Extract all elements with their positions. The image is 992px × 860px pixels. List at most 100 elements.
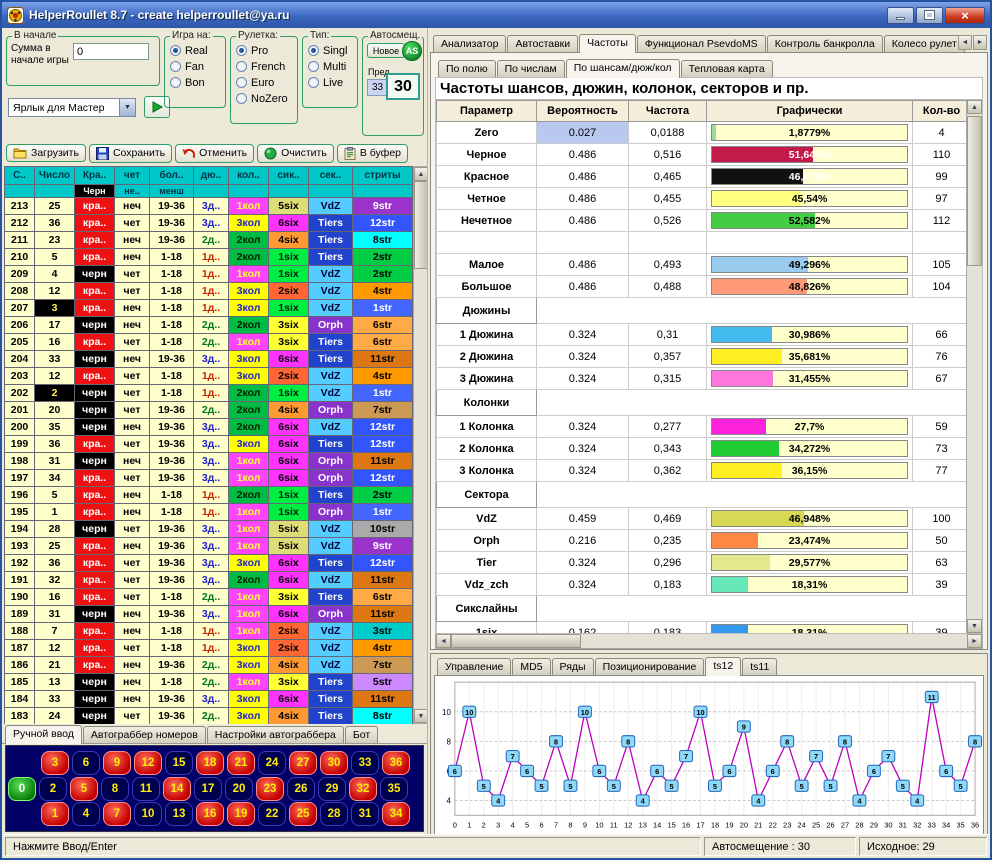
scroll-up-icon[interactable]: ▲	[414, 167, 427, 181]
board-number-9[interactable]: 9	[103, 751, 131, 775]
radio-nozero[interactable]: NoZero	[236, 92, 293, 105]
titlebar[interactable]: HelperRoullet 8.7 - create helperroullet…	[2, 2, 990, 28]
radio-real[interactable]: Real	[170, 44, 221, 57]
undo-button[interactable]: Отменить	[175, 144, 254, 163]
scrollbar-thumb[interactable]	[967, 116, 982, 266]
board-number-21[interactable]: 21	[227, 751, 255, 775]
board-number-1[interactable]: 1	[41, 802, 69, 826]
tab-manual-input[interactable]: Ручной ввод	[5, 725, 82, 744]
scrollbar-thumb[interactable]	[451, 634, 581, 648]
subtab-by-field[interactable]: По полю	[438, 60, 496, 77]
subtab-heatmap[interactable]: Тепловая карта	[681, 60, 773, 77]
board-number-36[interactable]: 36	[382, 751, 410, 775]
gap-cell	[707, 232, 913, 254]
scroll-right-icon[interactable]: ►	[967, 634, 982, 648]
tab-psevdoms[interactable]: Функционал PsevdoMS	[637, 35, 766, 52]
board-number-25[interactable]: 25	[289, 802, 317, 826]
save-button[interactable]: Сохранить	[89, 144, 172, 163]
tab-autograbber[interactable]: Автограббер номеров	[83, 726, 206, 743]
copy-buffer-button[interactable]: В буфер	[337, 144, 408, 163]
preset-select[interactable]: Ярлык для Мастер ▼	[8, 98, 136, 117]
board-number-33[interactable]: 33	[351, 751, 379, 775]
board-number-28[interactable]: 28	[320, 802, 348, 826]
tab-bankroll[interactable]: Контроль банкролла	[767, 35, 883, 52]
board-number-24[interactable]: 24	[258, 751, 286, 775]
board-number-23[interactable]: 23	[256, 777, 284, 801]
tab-ts12[interactable]: ts12	[705, 657, 741, 676]
board-number-15[interactable]: 15	[165, 751, 193, 775]
board-number-7[interactable]: 7	[103, 802, 131, 826]
clear-button[interactable]: Очистить	[257, 144, 334, 163]
radio-pro[interactable]: Pro	[236, 44, 293, 57]
start-sum-input[interactable]	[73, 43, 149, 60]
board-number-5[interactable]: 5	[70, 777, 98, 801]
tab-control[interactable]: Управление	[437, 658, 511, 675]
board-number-19[interactable]: 19	[227, 802, 255, 826]
tab-frequencies[interactable]: Частоты	[579, 34, 636, 53]
board-number-13[interactable]: 13	[165, 802, 193, 826]
tab-positioning[interactable]: Позиционирование	[595, 658, 705, 675]
frequency-v-scrollbar[interactable]: ▲ ▼	[966, 100, 982, 633]
radio-bon[interactable]: Bon	[170, 76, 221, 89]
left-panel: В начале Сумма в начале игры Ярлык для М…	[2, 28, 428, 834]
board-number-26[interactable]: 26	[287, 777, 315, 801]
tab-bot[interactable]: Бот	[345, 726, 378, 743]
tab-scroll-left-button[interactable]: ◄	[958, 35, 972, 50]
scroll-up-icon[interactable]: ▲	[967, 100, 982, 114]
minimize-button[interactable]	[887, 7, 914, 24]
board-number-4[interactable]: 4	[72, 802, 100, 826]
board-number-18[interactable]: 18	[196, 751, 224, 775]
scroll-left-icon[interactable]: ◄	[436, 634, 451, 648]
chevron-down-icon[interactable]: ▼	[119, 99, 135, 116]
board-number-35[interactable]: 35	[380, 777, 408, 801]
board-number-11[interactable]: 11	[132, 777, 160, 801]
board-number-10[interactable]: 10	[134, 802, 162, 826]
tab-analyzer[interactable]: Анализатор	[433, 35, 506, 52]
tab-scroll-right-button[interactable]: ►	[973, 35, 987, 50]
scroll-down-icon[interactable]: ▼	[414, 709, 427, 723]
sector-cell: Orph	[309, 317, 353, 334]
board-number-2[interactable]: 2	[39, 777, 67, 801]
range-cell: 19-36	[150, 555, 194, 572]
board-number-27[interactable]: 27	[289, 751, 317, 775]
board-number-6[interactable]: 6	[72, 751, 100, 775]
tab-ts11[interactable]: ts11	[742, 658, 777, 675]
board-number-22[interactable]: 22	[258, 802, 286, 826]
board-number-0[interactable]: 0	[8, 777, 36, 801]
scrollbar-thumb[interactable]	[414, 181, 427, 269]
tab-rows[interactable]: Ряды	[552, 658, 594, 675]
board-number-3[interactable]: 3	[41, 751, 69, 775]
tab-autobets[interactable]: Автоставки	[507, 35, 578, 52]
autoshift-as-badge[interactable]: AS	[402, 41, 422, 61]
board-number-16[interactable]: 16	[196, 802, 224, 826]
subtab-by-chances[interactable]: По шансам/дюж/кол	[566, 59, 680, 78]
radio-fan[interactable]: Fan	[170, 60, 221, 73]
tab-wheel[interactable]: Колесо рулет	[884, 35, 965, 52]
board-number-8[interactable]: 8	[101, 777, 129, 801]
tab-md5[interactable]: MD5	[512, 658, 550, 675]
radio-live[interactable]: Live	[308, 76, 353, 89]
load-button[interactable]: Загрузить	[6, 144, 86, 162]
scroll-down-icon[interactable]: ▼	[967, 619, 982, 633]
board-number-34[interactable]: 34	[382, 802, 410, 826]
radio-french[interactable]: French	[236, 60, 293, 73]
radio-multi[interactable]: Multi	[308, 60, 353, 73]
radio-euro[interactable]: Euro	[236, 76, 293, 89]
board-number-14[interactable]: 14	[163, 777, 191, 801]
maximize-button[interactable]	[916, 7, 943, 24]
subtab-by-numbers[interactable]: По числам	[497, 60, 565, 77]
history-scrollbar[interactable]: ▲ ▼	[413, 166, 427, 724]
tab-grabber-settings[interactable]: Настройки автограббера	[207, 726, 344, 743]
frequency-h-scrollbar[interactable]: ◄ ►	[435, 634, 983, 649]
board-number-29[interactable]: 29	[318, 777, 346, 801]
board-number-12[interactable]: 12	[134, 751, 162, 775]
board-number-30[interactable]: 30	[320, 751, 348, 775]
board-number-31[interactable]: 31	[351, 802, 379, 826]
board-number-20[interactable]: 20	[225, 777, 253, 801]
board-number-17[interactable]: 17	[194, 777, 222, 801]
new-autoshift-button[interactable]: Новое	[367, 43, 405, 58]
close-button[interactable]: ×	[945, 7, 985, 24]
radio-singl[interactable]: Singl	[308, 44, 353, 57]
svg-text:6: 6	[539, 820, 543, 829]
board-number-32[interactable]: 32	[349, 777, 377, 801]
